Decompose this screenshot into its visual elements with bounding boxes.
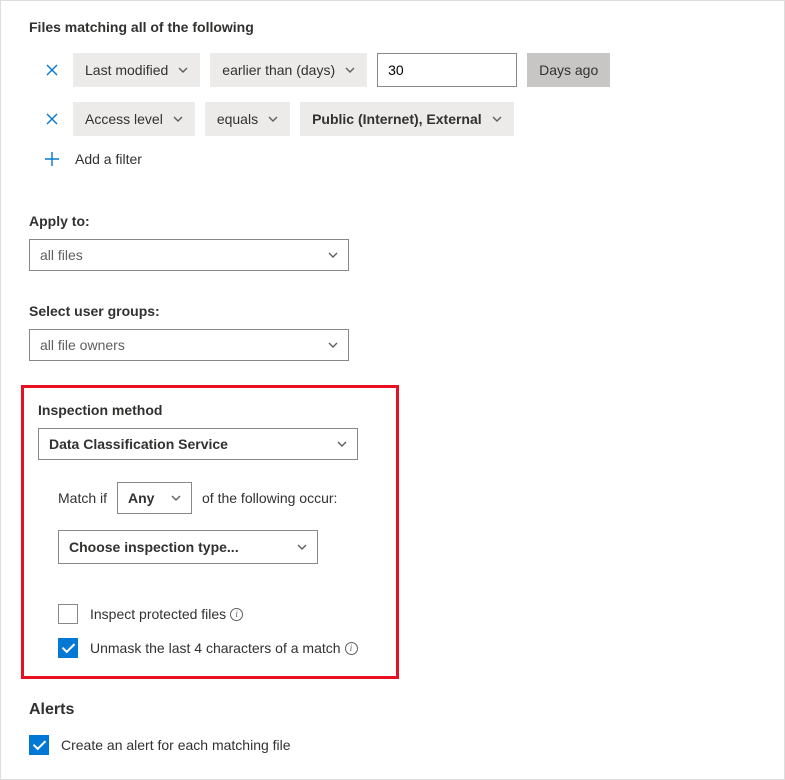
filter-field-select[interactable]: Access level [73, 102, 195, 136]
chevron-down-icon [178, 67, 188, 73]
filter-operator-select[interactable]: equals [205, 102, 290, 136]
filter-field-select[interactable]: Last modified [73, 53, 200, 87]
remove-filter-button[interactable] [41, 59, 63, 81]
chevron-down-icon [492, 116, 502, 122]
unmask-checkbox[interactable] [58, 638, 78, 658]
info-icon[interactable]: i [230, 608, 243, 621]
create-alert-checkbox[interactable] [29, 735, 49, 755]
match-mode-select[interactable]: Any [117, 482, 192, 514]
add-filter-button[interactable]: Add a filter [29, 151, 756, 167]
inspect-protected-checkbox[interactable] [58, 604, 78, 624]
chevron-down-icon [337, 441, 347, 447]
create-alert-label: Create an alert for each matching file [61, 737, 291, 753]
inspection-method-heading: Inspection method [38, 402, 382, 418]
apply-to-select[interactable]: all files [29, 239, 349, 271]
remove-filter-button[interactable] [41, 108, 63, 130]
filter-row: Last modified earlier than (days) Days a… [29, 53, 756, 87]
plus-icon [41, 152, 63, 166]
filter-value-select[interactable]: Public (Internet), External [300, 102, 514, 136]
match-suffix-label: of the following occur: [202, 490, 337, 506]
chevron-down-icon [345, 67, 355, 73]
inspection-type-select[interactable]: Choose inspection type... [58, 530, 318, 564]
filter-value-input[interactable] [377, 53, 517, 87]
inspect-protected-label: Inspect protected files i [90, 606, 243, 622]
chevron-down-icon [173, 116, 183, 122]
unmask-label: Unmask the last 4 characters of a match … [90, 640, 358, 656]
apply-to-label: Apply to: [29, 213, 756, 229]
filter-operator-select[interactable]: earlier than (days) [210, 53, 367, 87]
user-groups-label: Select user groups: [29, 303, 756, 319]
chevron-down-icon [171, 495, 181, 501]
user-groups-select[interactable]: all file owners [29, 329, 349, 361]
inspection-method-select[interactable]: Data Classification Service [38, 428, 358, 460]
chevron-down-icon [268, 116, 278, 122]
chevron-down-icon [297, 544, 307, 550]
match-if-label: Match if [58, 490, 107, 506]
chevron-down-icon [328, 342, 338, 348]
inspection-method-section: Inspection method Data Classification Se… [21, 385, 399, 679]
filter-row: Access level equals Public (Internet), E… [29, 102, 756, 136]
chevron-down-icon [328, 252, 338, 258]
filters-heading: Files matching all of the following [29, 19, 756, 35]
filter-value-unit: Days ago [527, 53, 610, 87]
info-icon[interactable]: i [345, 642, 358, 655]
alerts-heading: Alerts [29, 701, 756, 719]
add-filter-label: Add a filter [75, 151, 142, 167]
